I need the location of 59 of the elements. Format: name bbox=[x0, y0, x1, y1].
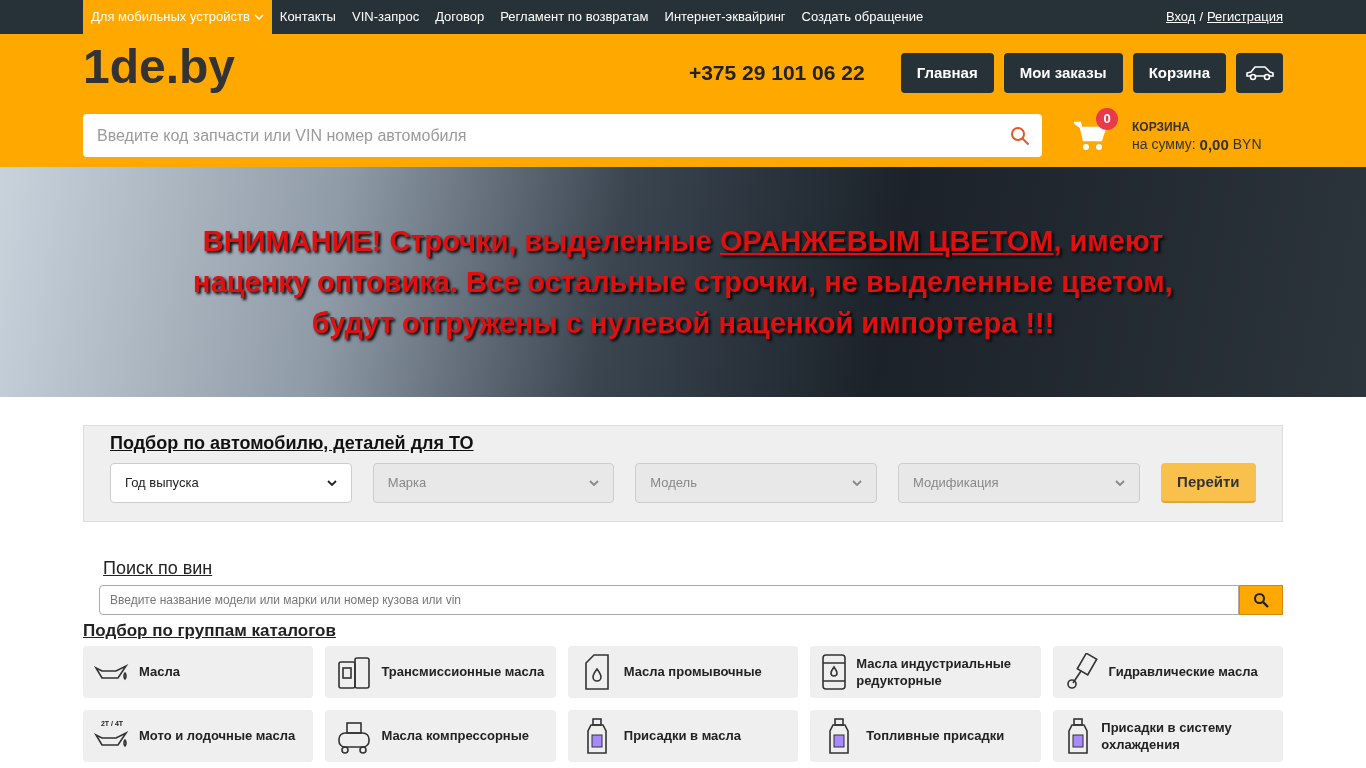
barrel-icon bbox=[820, 652, 849, 691]
search-field[interactable]: Введите код запчасти или VIN номер автомобиля bbox=[83, 114, 1042, 157]
catalog-label: Масла компрессорные bbox=[381, 727, 530, 744]
catalog-label: Мото и лодочные масла bbox=[139, 727, 296, 744]
catalog-label: Масла bbox=[139, 663, 180, 680]
chevron-down-icon bbox=[589, 480, 600, 486]
vin-search-title[interactable]: Поиск по вин bbox=[103, 555, 213, 582]
search-icon[interactable] bbox=[1010, 126, 1030, 146]
catalog-label: Масла промывочные bbox=[623, 663, 762, 680]
login-link[interactable]: Вход bbox=[1165, 7, 1196, 27]
nav-link[interactable]: Контакты bbox=[271, 0, 344, 34]
header-button[interactable]: Мои заказы bbox=[1003, 53, 1123, 93]
banner-notice: ВНИМАНИЕ! Строчки, выделенные ОРАНЖЕВЫМ ЦВЕТОМ, имеют наценку оптовика. Все остальные строчки, не выделенные цветом, будут отгружены с нулевой наценкой импортера !!! bbox=[192, 223, 1174, 341]
cart-sum: 0,00 bbox=[1199, 135, 1229, 153]
catalog-label: Присадки в систему охлаждения bbox=[1101, 718, 1233, 753]
chevron-down-icon bbox=[851, 480, 862, 486]
vin-search-button[interactable] bbox=[1239, 585, 1283, 615]
catalog-label: Присадки в масла bbox=[623, 727, 742, 744]
chevron-down-icon bbox=[326, 480, 337, 486]
catalog-title: Подбор по группам каталогов bbox=[83, 620, 337, 642]
car-picker-title: Подбор по автомобилю, деталей для ТО bbox=[110, 432, 475, 455]
catalog-card[interactable]: Масла компрессорные bbox=[325, 709, 556, 762]
header-button[interactable]: Главная bbox=[900, 53, 994, 93]
nav-link[interactable]: Интернет-эквайринг bbox=[656, 0, 794, 34]
catalog-card[interactable]: Гидравлические масла bbox=[1052, 645, 1283, 698]
catalog-card[interactable]: Масла промывочные bbox=[567, 645, 799, 698]
site-logo[interactable]: 1de.by bbox=[83, 43, 236, 91]
catalog-card[interactable]: Присадки в масла bbox=[567, 709, 799, 762]
catalog-card[interactable]: Масла bbox=[83, 645, 314, 698]
bottle-icon bbox=[827, 716, 852, 755]
bottle-icon bbox=[1065, 716, 1090, 755]
vin-search-field[interactable]: Введите название модели или марки или номер кузова или vin bbox=[99, 585, 1239, 615]
catalog-card[interactable]: Топливные присадки bbox=[810, 709, 1041, 762]
cart-sum-label: на сумму: bbox=[1132, 135, 1196, 153]
search-icon bbox=[1253, 592, 1269, 608]
car-icon bbox=[1243, 63, 1276, 83]
chevron-down-icon bbox=[1114, 480, 1125, 486]
catalog-label: Топливные присадки bbox=[866, 727, 1005, 744]
header-button[interactable]: Корзина bbox=[1132, 53, 1226, 93]
phone-number: +375 29 101 06 22 bbox=[688, 60, 865, 87]
go-button[interactable]: Перейти bbox=[1160, 463, 1256, 503]
nav-link[interactable]: Создать обращение bbox=[793, 0, 932, 34]
bottle-icon bbox=[584, 716, 609, 755]
catalog-card[interactable]: Трансмиссионные масла bbox=[325, 645, 556, 698]
catalog-card[interactable]: Присадки в систему охлаждения bbox=[1052, 709, 1283, 762]
catalog-label: Гидравлические масла bbox=[1108, 663, 1258, 680]
nav-link[interactable]: VIN-запрос bbox=[343, 0, 428, 34]
nav-link[interactable]: Регламент по возвратам bbox=[492, 0, 657, 34]
catalog-label: Трансмиссионные масла bbox=[381, 663, 545, 680]
cart-title: КОРЗИНА bbox=[1132, 118, 1191, 136]
catalog-label: Масла индустриальные редукторные bbox=[856, 654, 1013, 689]
nav-link[interactable]: Договор bbox=[427, 0, 493, 34]
garage-button[interactable] bbox=[1236, 53, 1283, 93]
select-field[interactable]: Год выпуска bbox=[110, 463, 352, 503]
cart-currency: BYN bbox=[1232, 135, 1262, 153]
register-link[interactable]: Регистрация bbox=[1207, 7, 1283, 27]
cart-count-badge: 0 bbox=[1096, 107, 1118, 130]
separator-text: / bbox=[1199, 8, 1203, 27]
catalog-card[interactable]: Масла индустриальные редукторные bbox=[810, 645, 1041, 698]
